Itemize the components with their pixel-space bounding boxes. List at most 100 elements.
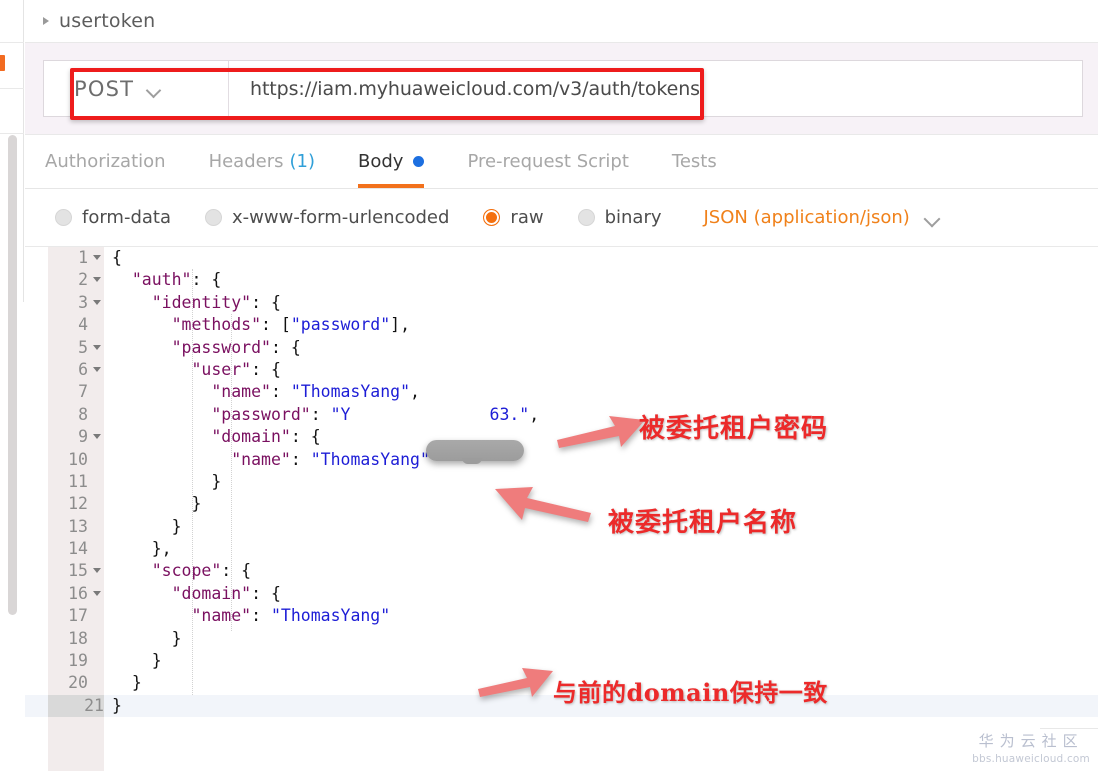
tab-body[interactable]: Body xyxy=(357,134,425,188)
line-content: "password": "Y 63.", xyxy=(211,404,540,424)
line-number: 15 xyxy=(68,561,88,581)
annotation-arrow-2 xyxy=(495,487,595,529)
fold-arrow-icon[interactable] xyxy=(93,255,101,260)
line-number: 21 xyxy=(48,694,104,718)
line-number: 14 xyxy=(68,539,88,559)
editor-line[interactable]: 16 "domain": { xyxy=(25,583,1098,605)
line-number: 3 xyxy=(78,292,88,312)
editor-line[interactable]: 18 } xyxy=(25,628,1098,650)
watermark-url: bbs.huaweicloud.com xyxy=(972,753,1090,765)
divider xyxy=(1040,728,1098,729)
radio-label: form-data xyxy=(82,207,172,228)
annotation-arrow-1 xyxy=(557,416,645,454)
tab-authorization[interactable]: Authorization xyxy=(45,134,166,188)
line-content: } xyxy=(112,651,162,671)
fold-arrow-icon[interactable] xyxy=(93,366,101,372)
line-number: 10 xyxy=(68,449,88,469)
url-bar-region: POST https://iam.myhuaweicloud.com/v3/au… xyxy=(25,43,1098,135)
sidebar-row[interactable] xyxy=(0,89,24,134)
line-content: "domain": { xyxy=(211,427,321,447)
radio-label: raw xyxy=(510,207,544,228)
method-label: POST xyxy=(74,76,135,101)
line-content: } xyxy=(112,673,142,693)
radio-dot-icon xyxy=(205,209,223,226)
fold-arrow-icon[interactable] xyxy=(93,277,101,283)
watermark: 华为云社区 bbs.huaweicloud.com xyxy=(972,730,1090,765)
editor-line[interactable]: 4 "methods": ["password"], xyxy=(25,314,1098,336)
line-content: } xyxy=(112,494,202,514)
line-content: } xyxy=(112,628,182,648)
method-selector[interactable]: POST xyxy=(44,61,229,116)
line-content: "domain": { xyxy=(171,583,281,603)
line-content: "name": "ThomasYang" xyxy=(191,606,391,626)
editor-line[interactable]: 15 "scope": { xyxy=(25,560,1098,582)
url-input[interactable]: https://iam.myhuaweicloud.com/v3/auth/to… xyxy=(229,61,1082,116)
radio-x-www-form-urlencoded[interactable]: x-www-form-urlencoded xyxy=(205,207,449,228)
tab-tests[interactable]: Tests xyxy=(672,134,717,188)
tab-pre-request-script[interactable]: Pre-request Script xyxy=(467,134,628,188)
line-content: }, xyxy=(112,539,172,559)
editor-line[interactable]: 3 "identity": { xyxy=(25,292,1098,314)
editor-line[interactable]: 5 "password": { xyxy=(25,337,1098,359)
annotation-text-2: 被委托租户名称 xyxy=(608,508,798,538)
tab-label: Authorization xyxy=(45,150,166,172)
line-content: "auth": { xyxy=(131,270,222,290)
radio-dot-selected-icon xyxy=(483,209,501,226)
line-number: 20 xyxy=(68,673,88,693)
line-content: } xyxy=(112,516,182,536)
line-number: 9 xyxy=(78,427,88,447)
editor-line[interactable]: 19 } xyxy=(25,650,1098,672)
chevron-down-icon[interactable] xyxy=(148,85,161,93)
fold-arrow-icon[interactable] xyxy=(93,568,101,574)
radio-label: binary xyxy=(604,207,662,228)
editor-line[interactable]: 7 "name": "ThomasYang", xyxy=(25,381,1098,403)
method-badge-indicator xyxy=(0,55,5,71)
annotation-text-1: 被委托租户密码 xyxy=(639,414,829,444)
chevron-down-icon[interactable] xyxy=(926,213,940,223)
fold-arrow-icon[interactable] xyxy=(93,344,101,350)
radio-label: x-www-form-urlencoded xyxy=(232,207,450,228)
fold-arrow-icon[interactable] xyxy=(93,590,101,596)
line-number: 2 xyxy=(78,270,88,290)
content-type-dropdown[interactable]: JSON (application/json) xyxy=(704,207,940,228)
line-number: 5 xyxy=(78,337,88,357)
tab-label: Tests xyxy=(671,150,717,172)
line-content: { xyxy=(112,248,122,267)
editor-line[interactable]: 14 }, xyxy=(25,538,1098,560)
line-number: 8 xyxy=(78,404,88,424)
request-tabs: Authorization Headers (1) Body Pre-reque… xyxy=(25,135,1098,189)
tab-label: Pre-request Script xyxy=(467,150,629,172)
line-content: "password": { xyxy=(171,337,301,357)
radio-dot-icon xyxy=(55,209,72,226)
editor-line[interactable]: 17 "name": "ThomasYang" xyxy=(25,605,1098,627)
editor-line[interactable]: 6 "user": { xyxy=(25,359,1098,381)
sidebar-row[interactable] xyxy=(0,0,24,43)
line-number: 6 xyxy=(78,359,88,379)
fold-arrow-icon[interactable] xyxy=(93,434,101,440)
tab-label: Headers xyxy=(208,150,284,172)
triangle-right-icon[interactable] xyxy=(43,17,49,25)
radio-raw[interactable]: raw xyxy=(483,207,544,228)
line-number: 1 xyxy=(78,248,88,267)
tab-headers[interactable]: Headers (1) xyxy=(209,134,315,188)
request-header[interactable]: usertoken xyxy=(25,0,1098,43)
radio-form-data[interactable]: form-data xyxy=(55,207,171,228)
request-panel: usertoken POST https://iam.myhuaweicloud… xyxy=(25,0,1098,771)
tab-label: Body xyxy=(357,150,404,172)
line-content: "name": "ThomasYang", xyxy=(211,382,420,402)
line-content: "scope": { xyxy=(151,561,252,581)
line-number: 16 xyxy=(68,583,88,603)
line-number: 7 xyxy=(78,382,88,402)
redaction-blob xyxy=(426,440,524,464)
editor-line[interactable]: 1{ xyxy=(25,247,1098,269)
line-content: "identity": { xyxy=(151,292,281,312)
sidebar-scrollbar[interactable] xyxy=(8,135,17,615)
request-name: usertoken xyxy=(59,10,156,32)
editor-lines: 1{2 "auth": {3 "identity": {4 "methods":… xyxy=(25,247,1098,718)
editor-line[interactable]: 2 "auth": { xyxy=(25,269,1098,291)
line-content: "user": { xyxy=(191,359,281,379)
url-value: https://iam.myhuaweicloud.com/v3/auth/to… xyxy=(250,77,700,100)
radio-binary[interactable]: binary xyxy=(577,207,662,228)
body-modified-dot-icon xyxy=(413,155,425,167)
fold-arrow-icon[interactable] xyxy=(93,299,101,305)
